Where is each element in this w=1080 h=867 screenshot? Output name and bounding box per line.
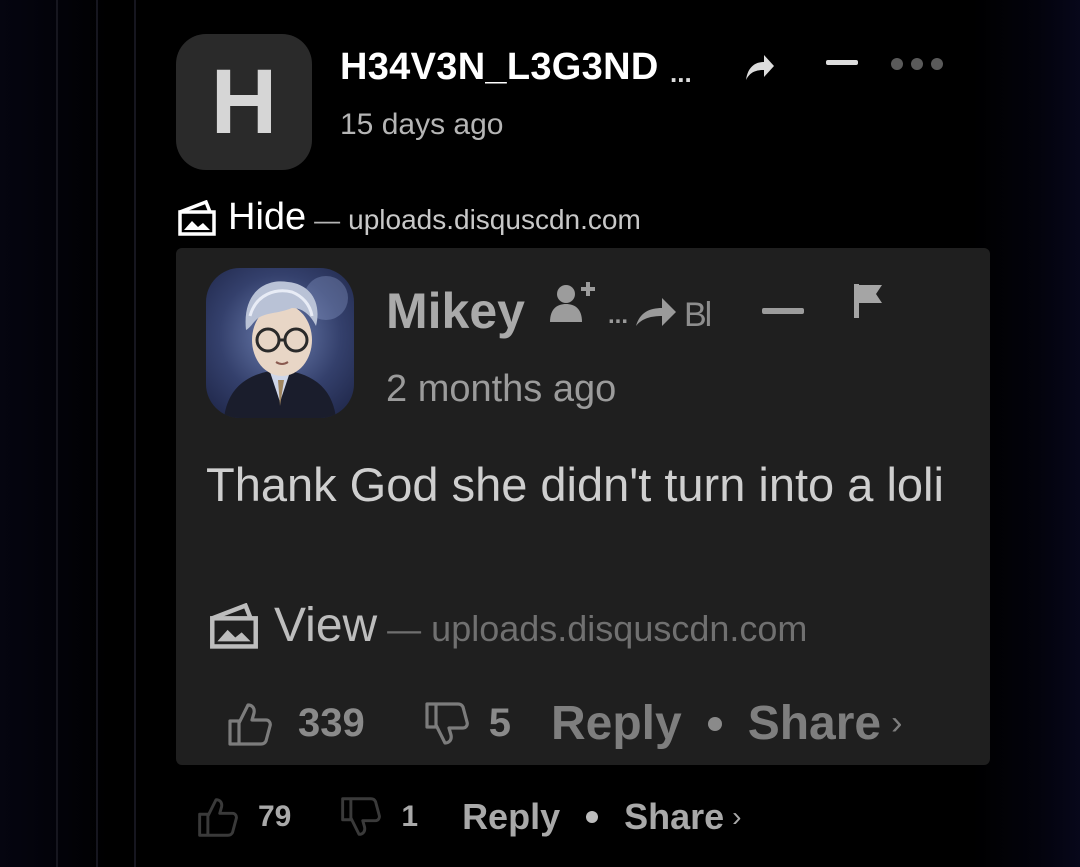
collapse-icon[interactable] (826, 60, 858, 65)
avatar-letter: H (210, 51, 278, 153)
username-more: ... (670, 58, 692, 88)
embedded-reply-link: Reply (551, 697, 682, 750)
comment-actions: 79 1 Reply Share › (196, 796, 742, 838)
username[interactable]: H34V3N_L3G3ND (340, 46, 659, 89)
embedded-truncated-label: Bl (684, 296, 712, 334)
embedded-upvote-icon (228, 702, 272, 746)
embedded-collapse-icon (762, 308, 804, 314)
share-button[interactable]: Share (624, 796, 724, 838)
left-gutter-line (134, 0, 136, 867)
embedded-media-toggle: View — uploads.disquscdn.com (206, 598, 807, 653)
embedded-share-chevron: › (891, 704, 903, 742)
embedded-share-arrow-icon (636, 298, 676, 326)
share-arrow-icon[interactable] (742, 52, 776, 84)
embedded-downvote-icon (425, 701, 469, 745)
embedded-separator-dot (707, 716, 722, 731)
media-source-host[interactable]: uploads.disquscdn.com (348, 204, 641, 236)
left-gutter-line (96, 0, 98, 867)
embedded-timestamp: 2 months ago (386, 368, 617, 410)
source-dash: — (314, 205, 341, 235)
more-options-icon[interactable] (890, 57, 944, 71)
separator-dot (586, 811, 599, 823)
embedded-image-icon (210, 602, 258, 649)
embedded-upvote-count: 339 (298, 701, 365, 745)
embedded-comment-image[interactable]: Mikey ... Bl 2 months ago Thank God she … (176, 248, 990, 765)
image-icon (178, 199, 216, 236)
embedded-media-source-host: uploads.disquscdn.com (431, 608, 808, 649)
embedded-comment-body: Thank God she didn't turn into a loli (206, 458, 944, 511)
embedded-share-link: Share (747, 697, 882, 750)
hide-media-link[interactable]: Hide (228, 196, 306, 239)
follow-user-icon (550, 282, 595, 322)
flag-icon (854, 284, 882, 318)
media-toggle: Hide — uploads.disquscdn.com (176, 196, 641, 239)
embedded-username: Mikey (386, 283, 525, 339)
upvote-count: 79 (258, 800, 292, 833)
embedded-actions: 339 5 Reply Share › (226, 696, 902, 751)
embedded-more: ... (608, 302, 629, 329)
upvote-icon[interactable] (196, 796, 238, 838)
left-gutter-line (56, 0, 58, 867)
embedded-downvote-count: 5 (488, 701, 511, 745)
avatar[interactable]: H (176, 34, 312, 170)
mikey-avatar (206, 268, 354, 418)
share-chevron-icon[interactable]: › (732, 801, 741, 833)
downvote-icon[interactable] (339, 796, 382, 838)
comment-timestamp[interactable]: 15 days ago (340, 108, 503, 142)
embedded-view-label: View (274, 599, 378, 652)
downvote-count: 1 (401, 800, 419, 833)
anime-avatar-illustration (224, 276, 348, 418)
embedded-source-dash: — (387, 611, 422, 649)
reply-button[interactable]: Reply (462, 796, 560, 838)
